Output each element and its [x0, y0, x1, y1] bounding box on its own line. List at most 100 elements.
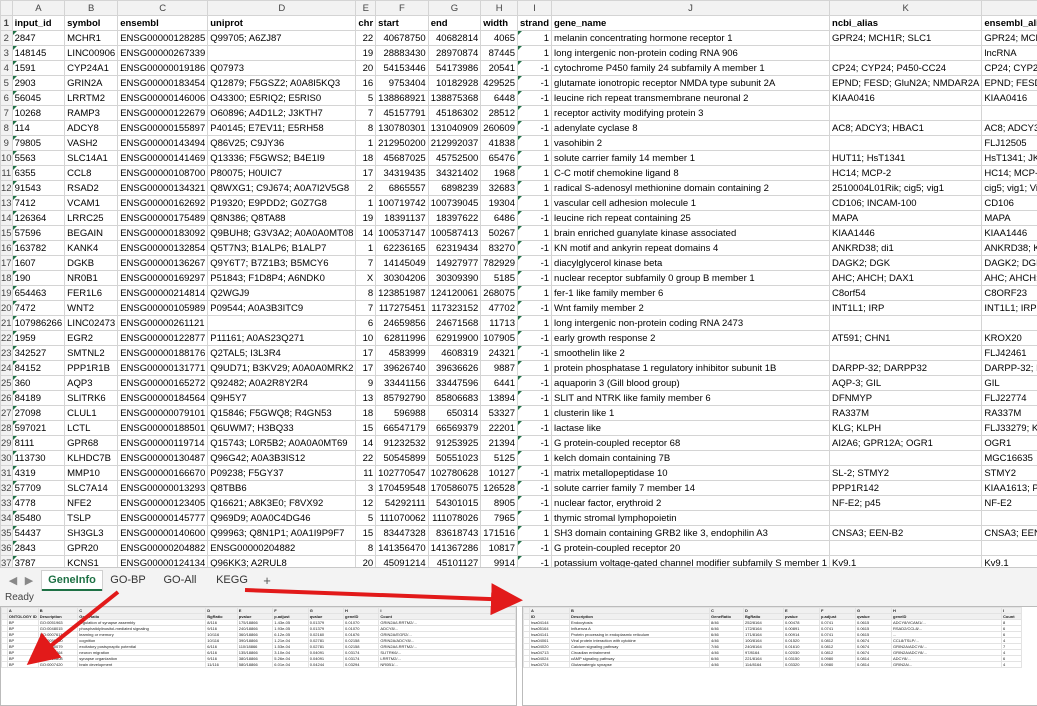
cell[interactable]: CNSA3; EEN-B2 — [830, 526, 982, 541]
cell[interactable]: 1959 — [12, 331, 65, 346]
cell[interactable]: 83447328 — [376, 526, 429, 541]
cell[interactable]: 57709 — [12, 481, 65, 496]
cell[interactable]: 4778 — [12, 496, 65, 511]
cell[interactable]: 54173986 — [428, 61, 481, 76]
cell[interactable]: 62811996 — [376, 331, 429, 346]
cell[interactable]: SLIT and NTRK like family member 6 — [552, 391, 830, 406]
cell[interactable]: 28883430 — [376, 46, 429, 61]
cell[interactable]: 429525 — [481, 76, 518, 91]
cell[interactable]: KIAA0416 — [982, 91, 1037, 106]
cell[interactable]: matrix metallopeptidase 10 — [552, 466, 830, 481]
cell[interactable]: AI2A6; GPR12A; OGR1 — [830, 436, 982, 451]
cell[interactable]: GPR24; MCH1R; SLC1 — [830, 31, 982, 46]
cell[interactable]: lactase like — [552, 421, 830, 436]
cell[interactable]: 5125 — [481, 451, 518, 466]
cell[interactable]: ENSG00000261121 — [118, 316, 208, 331]
cell[interactable]: solute carrier family 7 member 14 — [552, 481, 830, 496]
cell[interactable]: ENSG00000143494 — [118, 136, 208, 151]
cell[interactable]: 19304 — [481, 196, 518, 211]
cell[interactable]: ENSG00000019186 — [118, 61, 208, 76]
cell[interactable]: O43300; E5RIQ2; E5RIS0 — [208, 91, 356, 106]
cell[interactable]: 28970874 — [428, 46, 481, 61]
cell[interactable]: 45752500 — [428, 151, 481, 166]
cell[interactable]: G protein-coupled receptor 20 — [552, 541, 830, 556]
cell[interactable]: 84189 — [12, 391, 65, 406]
cell[interactable]: -1 — [517, 556, 551, 568]
tab-go-all[interactable]: GO-All — [156, 571, 204, 589]
cell[interactable]: 39636626 — [428, 361, 481, 376]
tab-go-bp[interactable]: GO-BP — [104, 571, 152, 589]
cell[interactable]: Q99705; A6ZJ87 — [208, 31, 356, 46]
row-number[interactable]: 16 — [1, 241, 13, 256]
cell[interactable]: 9887 — [481, 361, 518, 376]
cell[interactable]: KROX20 — [982, 331, 1037, 346]
cell[interactable]: P09544; A0A3B3ITC9 — [208, 301, 356, 316]
column-header[interactable]: I — [517, 1, 551, 16]
row-number[interactable]: 33 — [1, 496, 13, 511]
cell[interactable]: CYP24A1 — [65, 61, 118, 76]
cell[interactable]: Q16621; A8K3E0; F8VX92 — [208, 496, 356, 511]
cell[interactable]: 212950200 — [376, 136, 429, 151]
cell[interactable]: 91543 — [12, 181, 65, 196]
cell[interactable]: 100719742 — [376, 196, 429, 211]
cell[interactable]: 28512 — [481, 106, 518, 121]
cell[interactable] — [830, 106, 982, 121]
cell[interactable]: PPP1R1B — [65, 361, 118, 376]
cell[interactable]: MGC16635 — [982, 451, 1037, 466]
cell[interactable]: 212992037 — [428, 136, 481, 151]
cell[interactable]: 62236165 — [376, 241, 429, 256]
cell[interactable]: 85480 — [12, 511, 65, 526]
row-number[interactable]: 2 — [1, 31, 13, 46]
cell[interactable]: 1 — [356, 241, 376, 256]
column-header[interactable]: E — [356, 1, 376, 16]
cell[interactable]: 66547179 — [376, 421, 429, 436]
cell[interactable]: 148145 — [12, 46, 65, 61]
cell[interactable]: C-C motif chemokine ligand 8 — [552, 166, 830, 181]
cell[interactable] — [830, 451, 982, 466]
cell[interactable]: nuclear factor, erythroid 2 — [552, 496, 830, 511]
cell[interactable]: Q92482; A0A2R8Y2R4 — [208, 376, 356, 391]
cell[interactable]: VASH2 — [65, 136, 118, 151]
cell[interactable]: 66569379 — [428, 421, 481, 436]
row-number[interactable]: 32 — [1, 481, 13, 496]
cell[interactable]: ENSG00000131771 — [118, 361, 208, 376]
cell[interactable]: 100739045 — [428, 196, 481, 211]
cell[interactable]: NFE2 — [65, 496, 118, 511]
cell[interactable]: 45186302 — [428, 106, 481, 121]
cell[interactable]: solute carrier family 14 member 1 — [552, 151, 830, 166]
tab-scroll-right-icon[interactable]: ▶ — [20, 571, 38, 589]
tab-kegg[interactable]: KEGG — [208, 571, 256, 589]
row-number[interactable]: 17 — [1, 256, 13, 271]
cell[interactable]: 1 — [517, 106, 551, 121]
cell[interactable]: GPR20 — [65, 541, 118, 556]
cell[interactable]: 111078026 — [428, 511, 481, 526]
cell[interactable] — [830, 541, 982, 556]
cell[interactable]: 10182928 — [428, 76, 481, 91]
cell[interactable]: 8 — [356, 286, 376, 301]
cell[interactable]: DGKB — [65, 256, 118, 271]
cell[interactable]: CP24; CYP24; P450-CC24 — [982, 61, 1037, 76]
cell[interactable]: 54292111 — [376, 496, 429, 511]
cell[interactable]: -1 — [517, 331, 551, 346]
cell[interactable]: 57596 — [12, 226, 65, 241]
cell[interactable]: 14 — [356, 226, 376, 241]
cell[interactable]: 12 — [356, 496, 376, 511]
cell[interactable]: FLJ33279; KLG; KLPH — [982, 421, 1037, 436]
cell[interactable]: Kv9.1 — [982, 556, 1037, 568]
row-number[interactable]: 3 — [1, 46, 13, 61]
column-header[interactable]: A — [12, 1, 65, 16]
cell[interactable]: 14927977 — [428, 256, 481, 271]
cell[interactable]: 190 — [12, 271, 65, 286]
cell[interactable]: 15 — [356, 421, 376, 436]
cell[interactable]: STMY2 — [982, 466, 1037, 481]
header-cell[interactable]: input_id — [12, 16, 65, 31]
cell[interactable]: ENSG00000119714 — [118, 436, 208, 451]
cell[interactable]: ENSG00000169297 — [118, 271, 208, 286]
column-header[interactable]: K — [830, 1, 982, 16]
cell[interactable]: 7 — [356, 301, 376, 316]
header-cell[interactable]: end — [428, 16, 481, 31]
cell[interactable]: AHC; AHCH; DAX1; DSS — [982, 271, 1037, 286]
row-number[interactable]: 12 — [1, 181, 13, 196]
cell[interactable]: HsT1341; JK; RACH1 — [982, 151, 1037, 166]
cell[interactable]: 1 — [517, 136, 551, 151]
